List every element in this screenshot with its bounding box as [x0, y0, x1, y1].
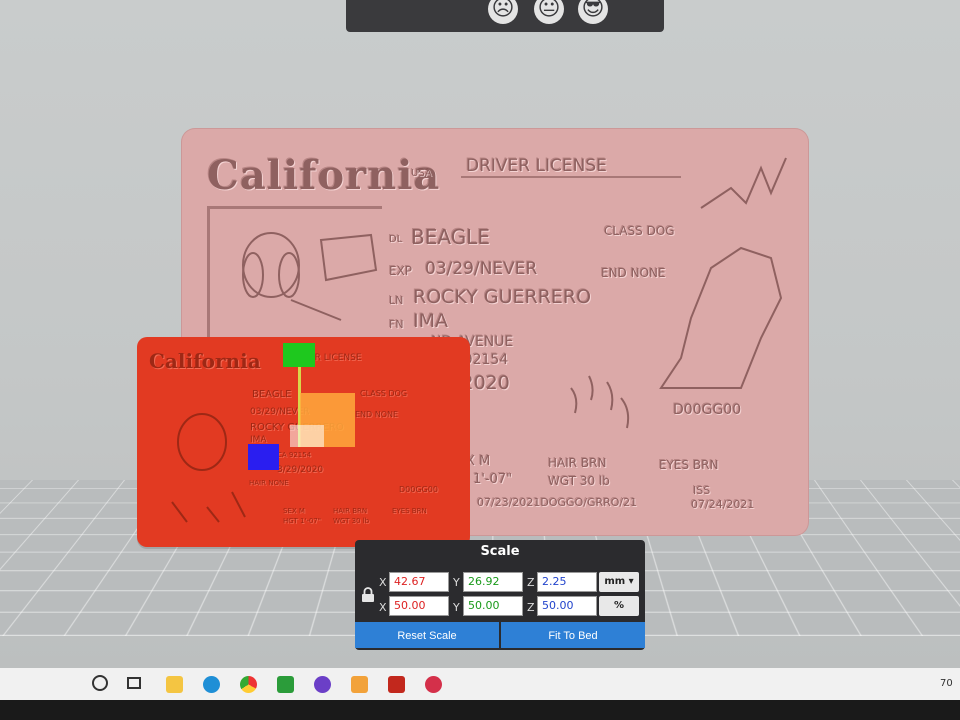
- scale-z-pct-input[interactable]: [537, 596, 597, 616]
- cad-app-icon[interactable]: [388, 676, 405, 693]
- unit-mm-select[interactable]: mm ▾: [599, 572, 639, 592]
- exp-value: 03/29/NEVER: [425, 259, 538, 279]
- small-state-name: California: [149, 349, 261, 373]
- edge-icon[interactable]: [203, 676, 220, 693]
- small-hair: HAIR BRN: [333, 507, 368, 515]
- axis-y-label-pct: Y: [453, 601, 460, 614]
- small-dl-value: BEAGLE: [252, 389, 292, 400]
- weight-value: WGT 30 lb: [548, 474, 610, 488]
- ln-value: ROCKY GUERRERO: [413, 286, 592, 308]
- small-id-code: D00GG00: [399, 485, 438, 494]
- exp-prefix: EXP: [389, 264, 413, 278]
- unit-mm-label: mm: [604, 576, 626, 587]
- top-toolbar: ☹ 😐 😎: [346, 0, 664, 32]
- doc-type: DRIVER LICENSE: [466, 156, 607, 176]
- chrome-icon[interactable]: [240, 676, 257, 693]
- lock-icon[interactable]: [361, 587, 375, 603]
- small-dob: 3/29/2020: [277, 465, 324, 475]
- iss-value: 07/24/2021: [691, 498, 755, 511]
- axis-z-label: Z: [527, 576, 535, 589]
- id-code: D00GG00: [673, 402, 742, 418]
- unit-percent-label[interactable]: %: [599, 596, 639, 616]
- scale-handle-y[interactable]: [283, 343, 315, 367]
- task-view-icon[interactable]: [127, 677, 141, 689]
- sad-face-icon[interactable]: ☹: [488, 0, 518, 24]
- axis-x-label-pct: X: [379, 601, 387, 614]
- state-suffix: USA: [411, 168, 432, 179]
- dog-portrait: [242, 232, 378, 321]
- scale-handle-x[interactable]: [248, 444, 279, 470]
- paw-prints: [570, 375, 630, 429]
- state-outline: [659, 246, 783, 389]
- iss-label: ISS: [693, 484, 711, 497]
- scale-panel-title: Scale: [480, 544, 520, 559]
- state-name: California: [207, 152, 441, 199]
- viewport-3d[interactable]: ☹ 😐 😎 California USA DRIVER LICENSE DL B…: [0, 0, 960, 668]
- axis-z-label-pct: Z: [527, 601, 535, 614]
- eyes-value: EYES BRN: [659, 458, 719, 472]
- hair-value: HAIR BRN: [548, 456, 607, 470]
- bear-outline: [700, 157, 787, 209]
- small-hair-line: HAIR NONE: [249, 479, 289, 487]
- reset-scale-button[interactable]: Reset Scale: [355, 622, 499, 648]
- issue-line: 07/23/2021DOGGO/GRRO/21: [477, 496, 638, 509]
- small-address-line: CA 92154: [277, 451, 312, 459]
- small-eyes: EYES BRN: [392, 507, 427, 515]
- dl-prefix: DL: [389, 234, 403, 245]
- printer-app-icon[interactable]: [425, 676, 442, 693]
- scale-y-mm-input[interactable]: [463, 572, 523, 592]
- small-sex: SEX M: [283, 507, 305, 515]
- file-explorer-icon[interactable]: [166, 676, 183, 693]
- small-class-text: CLASS DOG: [360, 389, 408, 398]
- scale-y-pct-input[interactable]: [463, 596, 523, 616]
- axis-y-label: Y: [453, 576, 460, 589]
- neutral-face-icon[interactable]: 😐: [534, 0, 564, 24]
- scale-x-mm-input[interactable]: [389, 572, 449, 592]
- fn-value: IMA: [413, 310, 448, 332]
- small-height: HGT 1'-07": [283, 517, 321, 525]
- fit-to-bed-button[interactable]: Fit To Bed: [501, 622, 645, 648]
- small-dog-portrait: [171, 413, 246, 523]
- axis-x-label: X: [379, 576, 387, 589]
- search-icon[interactable]: [92, 675, 108, 691]
- monitor-bezel: [0, 700, 960, 720]
- dl-value: BEAGLE: [411, 225, 490, 249]
- scale-z-mm-input[interactable]: [537, 572, 597, 592]
- app-icon[interactable]: [314, 676, 331, 693]
- header-rule: [461, 176, 681, 178]
- small-weight: WGT 30 lb: [333, 517, 370, 525]
- taskbar: 70: [0, 668, 960, 700]
- slicer-app-icon[interactable]: [351, 676, 368, 693]
- chevron-down-icon: ▾: [628, 576, 634, 587]
- small-end-text: END NONE: [355, 410, 399, 419]
- scale-x-pct-input[interactable]: [389, 596, 449, 616]
- cool-face-icon[interactable]: 😎: [578, 0, 608, 24]
- scale-handle-z[interactable]: [290, 425, 324, 447]
- fn-prefix: FN: [389, 318, 404, 331]
- scale-panel: Scale X Y Z mm ▾ X Y Z % Reset Scale Fit…: [355, 540, 645, 650]
- tray-text: 70: [940, 678, 953, 689]
- ln-prefix: LN: [389, 294, 404, 307]
- evernote-icon[interactable]: [277, 676, 294, 693]
